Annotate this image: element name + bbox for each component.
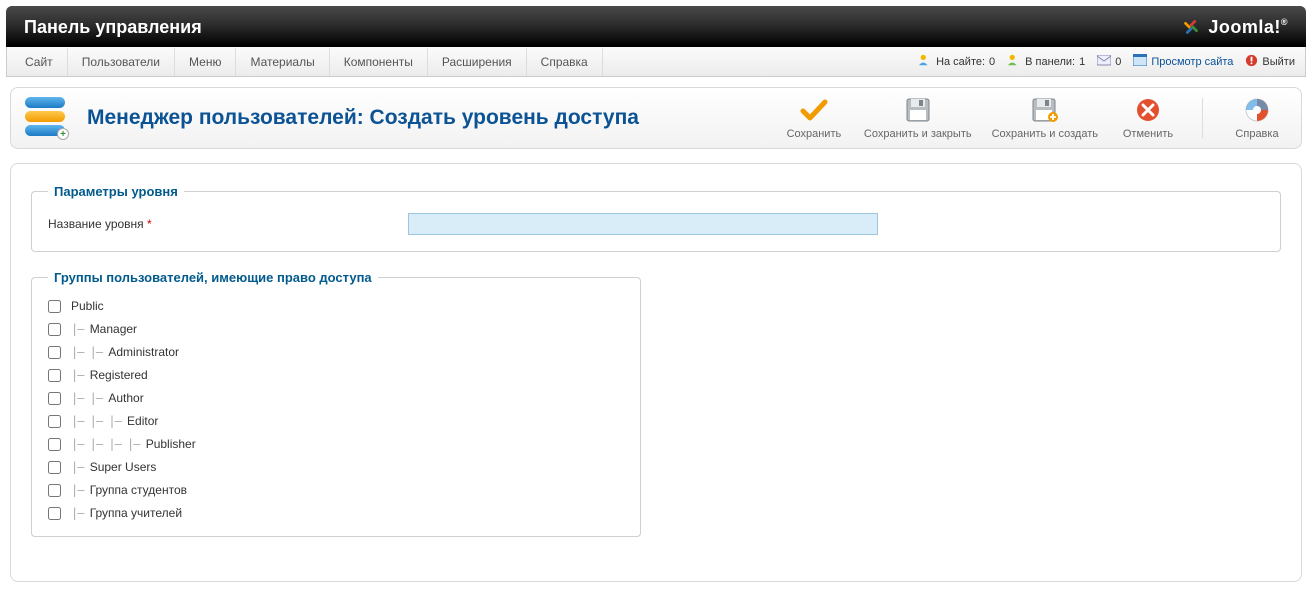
group-row: |— Super Users xyxy=(48,460,624,474)
cancel-button[interactable]: Отменить xyxy=(1118,96,1178,140)
tree-indent: |— |— |— |— xyxy=(71,437,146,451)
window-icon xyxy=(1133,54,1147,69)
save-close-button[interactable]: Сохранить и закрыть xyxy=(864,96,972,140)
group-name: Publisher xyxy=(146,437,196,451)
level-name-input[interactable] xyxy=(408,213,878,235)
logout-icon xyxy=(1245,54,1258,70)
group-name: Registered xyxy=(90,368,148,382)
page-toolbar: + Менеджер пользователей: Создать уровен… xyxy=(10,87,1302,149)
tree-indent: |— xyxy=(71,322,90,336)
help-icon xyxy=(1241,96,1273,124)
group-row: Public xyxy=(48,299,624,313)
group-name: Editor xyxy=(127,414,158,428)
tree-indent: |— |— xyxy=(71,391,108,405)
level-name-label: Название уровня * xyxy=(48,217,408,231)
status-messages[interactable]: 0 xyxy=(1097,55,1121,69)
group-checkbox[interactable] xyxy=(48,392,61,405)
save-new-button[interactable]: Сохранить и создать xyxy=(992,96,1098,140)
tree-indent: |— xyxy=(71,368,90,382)
menu-item-components[interactable]: Компоненты xyxy=(330,48,428,76)
mail-icon xyxy=(1097,55,1111,69)
group-row: |— |— Author xyxy=(48,391,624,405)
menu-item-site[interactable]: Сайт xyxy=(11,48,68,76)
menu-item-content[interactable]: Материалы xyxy=(236,48,329,76)
users-front-icon xyxy=(918,53,932,70)
group-checkbox[interactable] xyxy=(48,300,61,313)
group-name: Public xyxy=(71,299,104,313)
menubar: Сайт Пользователи Меню Материалы Компоне… xyxy=(6,47,1306,77)
group-name: Administrator xyxy=(108,345,179,359)
status-inpanel: В панели: 1 xyxy=(1007,53,1085,70)
page-title-icon: + xyxy=(25,97,73,139)
tree-indent: |— |— |— xyxy=(71,414,127,428)
group-checkbox[interactable] xyxy=(48,461,61,474)
toolbar-buttons: Сохранить Сохранить и закрыть Сохранить … xyxy=(784,96,1287,140)
group-name: Author xyxy=(108,391,143,405)
brand-text: Joomla!® xyxy=(1208,17,1288,38)
menu-item-menu[interactable]: Меню xyxy=(175,48,236,76)
group-checkbox[interactable] xyxy=(48,323,61,336)
content-panel: Параметры уровня Название уровня * Групп… xyxy=(10,163,1302,582)
group-checkbox[interactable] xyxy=(48,369,61,382)
brand: Joomla!® xyxy=(1180,16,1288,38)
group-row: |— |— |— Editor xyxy=(48,414,624,428)
save-button[interactable]: Сохранить xyxy=(784,96,844,140)
floppy-plus-icon xyxy=(1029,96,1061,124)
groups-legend: Группы пользователей, имеющие право дост… xyxy=(48,270,378,285)
help-button[interactable]: Справка xyxy=(1227,96,1287,140)
close-icon xyxy=(1132,96,1164,124)
group-name: Группа студентов xyxy=(90,483,187,497)
view-site-link[interactable]: Просмотр сайта xyxy=(1133,54,1233,69)
logout-link[interactable]: Выйти xyxy=(1245,54,1295,70)
group-row: |— |— |— |— Publisher xyxy=(48,437,624,451)
group-row: |— Registered xyxy=(48,368,624,382)
menu-item-users[interactable]: Пользователи xyxy=(68,48,175,76)
level-params-legend: Параметры уровня xyxy=(48,184,184,199)
users-back-icon xyxy=(1007,53,1021,70)
group-checkbox[interactable] xyxy=(48,438,61,451)
tree-indent: |— |— xyxy=(71,345,108,359)
group-checkbox[interactable] xyxy=(48,415,61,428)
separator xyxy=(1202,98,1203,138)
menu-item-extensions[interactable]: Расширения xyxy=(428,48,527,76)
status-bar: На сайте: 0 В панели: 1 0 Просмотр сайта… xyxy=(918,53,1301,70)
joomla-logo-icon xyxy=(1180,16,1202,38)
check-icon xyxy=(798,96,830,124)
group-name: Manager xyxy=(90,322,137,336)
group-row: |— Группа учителей xyxy=(48,506,624,520)
group-row: |— |— Administrator xyxy=(48,345,624,359)
page-title: Менеджер пользователей: Создать уровень … xyxy=(87,106,639,130)
groups-list: Public|— Manager|— |— Administrator|— Re… xyxy=(48,299,624,520)
main-menu: Сайт Пользователи Меню Материалы Компоне… xyxy=(11,48,603,76)
status-onsite: На сайте: 0 xyxy=(918,53,995,70)
tree-indent: |— xyxy=(71,460,90,474)
header-title: Панель управления xyxy=(24,17,202,38)
group-name: Группа учителей xyxy=(90,506,182,520)
group-name: Super Users xyxy=(90,460,157,474)
group-checkbox[interactable] xyxy=(48,346,61,359)
tree-indent: |— xyxy=(71,506,90,520)
menu-item-help[interactable]: Справка xyxy=(527,48,603,76)
header-bar: Панель управления Joomla!® xyxy=(6,6,1306,47)
group-checkbox[interactable] xyxy=(48,484,61,497)
groups-fieldset: Группы пользователей, имеющие право дост… xyxy=(31,270,641,537)
level-params-fieldset: Параметры уровня Название уровня * xyxy=(31,184,1281,252)
tree-indent: |— xyxy=(71,483,90,497)
group-row: |— Manager xyxy=(48,322,624,336)
floppy-icon xyxy=(902,96,934,124)
group-row: |— Группа студентов xyxy=(48,483,624,497)
group-checkbox[interactable] xyxy=(48,507,61,520)
